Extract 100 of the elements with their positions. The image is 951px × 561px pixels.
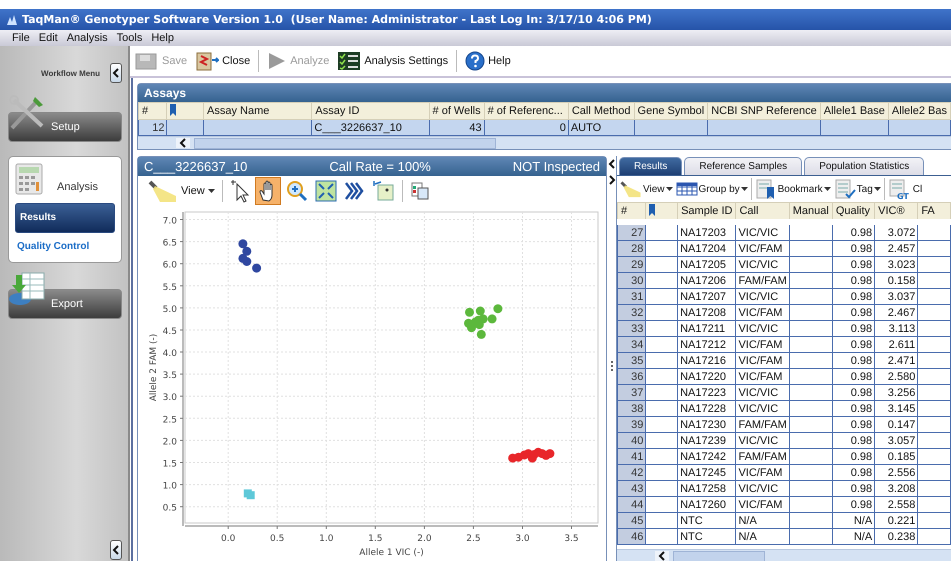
table-cell: VIC/FAM xyxy=(736,304,790,320)
table-cell: NA17260 xyxy=(678,496,736,512)
table-cell: 3.023 xyxy=(874,256,918,272)
table-cell: 3.113 xyxy=(874,320,918,336)
table-cell: NTC xyxy=(678,512,736,528)
table-cell: 43 xyxy=(429,120,484,136)
tick-label: 3.5 xyxy=(162,371,177,382)
table-cell: VIC/FAM xyxy=(736,352,790,368)
table-cell: 2.457 xyxy=(874,240,918,256)
table-cell: NA17228 xyxy=(678,400,736,416)
table-cell: NA17220 xyxy=(678,368,736,384)
table-cell: 0.98 xyxy=(832,256,875,272)
table-cell: NA17211 xyxy=(678,320,736,336)
table-cell: 0.98 xyxy=(832,416,875,432)
table-cell: FAM/FAM xyxy=(736,272,790,288)
row-number: 43 xyxy=(618,480,646,496)
tick-label: 1.5 xyxy=(162,460,177,470)
table-cell: 2.558 xyxy=(874,496,918,512)
tick-label: 3.0 xyxy=(162,393,177,404)
table-cell: 3.072 xyxy=(874,222,918,240)
row-number: 44 xyxy=(618,496,646,512)
table-cell: 0.185 xyxy=(874,448,918,464)
row-number: 27 xyxy=(618,222,646,240)
table-cell: 2.467 xyxy=(874,304,918,320)
table-cell: N/A xyxy=(736,512,790,528)
inspection-status: NOT Inspected xyxy=(512,159,600,174)
tick-label: 0.5 xyxy=(162,504,177,514)
tick-label: 0.5 xyxy=(270,534,284,544)
table-cell: NTC xyxy=(678,528,736,544)
tick-label: 2.0 xyxy=(417,534,432,544)
tick-label: 2.5 xyxy=(466,534,481,544)
tick-label: 3.5 xyxy=(564,534,579,544)
tick-label: 2.5 xyxy=(162,415,177,426)
table-cell: NA17223 xyxy=(678,384,736,400)
row-number: 12 xyxy=(138,120,167,136)
table-cell: 0.98 xyxy=(832,240,875,256)
table-cell: VIC/VIC xyxy=(736,400,790,416)
row-number: 42 xyxy=(618,464,646,480)
tick-label: 3.0 xyxy=(515,534,530,544)
table-cell: VIC/VIC xyxy=(736,256,790,272)
row-number: 35 xyxy=(618,352,646,368)
table-cell: 0.98 xyxy=(832,480,875,496)
table-cell: VIC/VIC xyxy=(736,480,790,496)
row-number: 41 xyxy=(618,448,646,464)
table-cell: 0.98 xyxy=(832,336,875,352)
table-cell: 3.057 xyxy=(874,432,918,448)
table-cell: FAM/FAM xyxy=(736,448,790,464)
table-cell: 0.98 xyxy=(832,222,875,240)
table-cell: NA17208 xyxy=(678,304,736,320)
table-cell: FAM/FAM xyxy=(736,416,790,432)
table-cell: 3.256 xyxy=(874,384,918,400)
table-cell: 0.98 xyxy=(832,400,875,416)
row-number: 31 xyxy=(618,288,646,304)
table-cell: 0.98 xyxy=(832,320,875,336)
table-cell: VIC/FAM xyxy=(736,368,790,384)
table-cell: VIC/VIC xyxy=(736,288,790,304)
table-cell: N/A xyxy=(832,512,875,528)
table-cell: 0.98 xyxy=(832,464,875,480)
table-cell: VIC/VIC xyxy=(736,222,790,240)
table-cell: 0.147 xyxy=(874,416,918,432)
table-cell: 0.98 xyxy=(832,272,875,288)
tick-label: 6.5 xyxy=(162,238,177,249)
table-cell: 0.98 xyxy=(832,448,875,464)
table-cell: NA17204 xyxy=(678,240,736,256)
table-cell: AUTO xyxy=(568,120,634,136)
table-cell: VIC/FAM xyxy=(736,240,790,256)
row-number: 40 xyxy=(618,432,646,448)
table-cell: 0.98 xyxy=(832,304,875,320)
table-cell: 2.471 xyxy=(874,352,918,368)
row-number: 34 xyxy=(618,336,646,352)
table-cell: NA17206 xyxy=(678,272,736,288)
tick-label: 2.0 xyxy=(162,437,177,448)
table-cell: 0.98 xyxy=(832,432,875,448)
tick-label: 1.5 xyxy=(368,534,382,544)
table-cell: 0.221 xyxy=(874,512,918,528)
table-cell: NA17205 xyxy=(678,256,736,272)
table-cell: VIC/VIC xyxy=(736,384,790,400)
table-cell: 3.208 xyxy=(874,480,918,496)
table-cell: 0.98 xyxy=(832,288,875,304)
row-number: 37 xyxy=(618,384,646,400)
table-cell: NA17242 xyxy=(678,448,736,464)
row-number: 38 xyxy=(618,400,646,416)
table-cell: VIC/FAM xyxy=(736,464,790,480)
table-cell: VIC/VIC xyxy=(736,432,790,448)
panel-title: Assays xyxy=(138,84,951,102)
row-number: 45 xyxy=(618,512,646,528)
row-number: 32 xyxy=(618,304,646,320)
table-cell: 0.98 xyxy=(832,496,875,512)
row-number: 30 xyxy=(618,272,646,288)
row-number: 28 xyxy=(618,240,646,256)
table-cell: NA17258 xyxy=(678,480,736,496)
workflow-title: Workflow Menu xyxy=(41,68,100,78)
table-cell: N/A xyxy=(736,528,790,544)
tick-label: 7.0 xyxy=(162,216,177,226)
table-cell: 3.037 xyxy=(874,288,918,304)
axis-title: Allele 1 VIC (-) xyxy=(359,548,424,558)
tick-label: 0.0 xyxy=(221,534,236,544)
table-cell: NA17239 xyxy=(678,432,736,448)
tick-label: 5.5 xyxy=(162,282,177,293)
table-cell: 2.611 xyxy=(874,336,918,352)
